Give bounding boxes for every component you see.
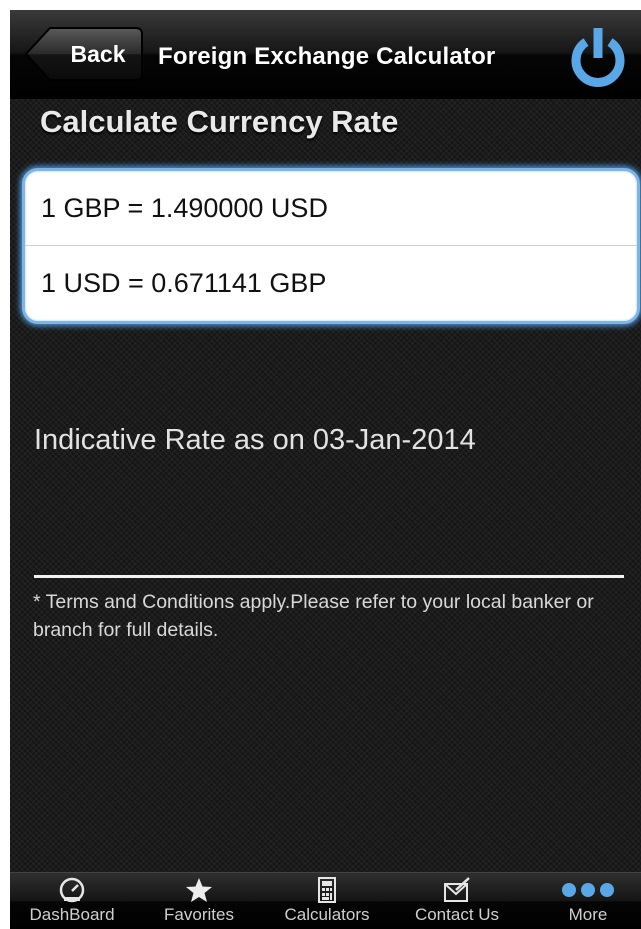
back-button[interactable]: Back bbox=[24, 26, 144, 82]
tab-more[interactable]: More bbox=[540, 873, 636, 929]
divider bbox=[34, 575, 624, 578]
tab-favorites-label: Favorites bbox=[164, 905, 234, 924]
page-title: Foreign Exchange Calculator bbox=[158, 43, 496, 70]
rate-card: 1 GBP = 1.490000 USD 1 USD = 0.671141 GB… bbox=[22, 168, 640, 324]
tab-calculators-label: Calculators bbox=[284, 905, 370, 924]
tab-more-label: More bbox=[568, 905, 608, 924]
screen-frame-left bbox=[0, 0, 10, 928]
app-screen: Back Foreign Exchange Calculator Calcula… bbox=[0, 0, 641, 929]
screen-frame-top bbox=[0, 0, 641, 10]
tab-contact-us[interactable]: Contact Us bbox=[394, 873, 520, 929]
tab-contact-us-label: Contact Us bbox=[414, 905, 500, 924]
calculator-icon bbox=[318, 877, 336, 903]
gauge-icon bbox=[59, 877, 85, 903]
terms-text: * Terms and Conditions apply.Please refe… bbox=[33, 591, 594, 641]
more-dots-icon bbox=[562, 883, 614, 897]
tab-bar: DashBoard Favorites Calculators Contact … bbox=[10, 872, 641, 929]
rate-row-usd-gbp: 1 USD = 0.671141 GBP bbox=[25, 245, 637, 320]
power-icon[interactable] bbox=[566, 26, 630, 90]
power-icon-graphic bbox=[571, 28, 625, 87]
indicative-rate-text: Indicative Rate as on 03-Jan-2014 bbox=[34, 424, 476, 456]
section-title: Calculate Currency Rate bbox=[40, 104, 399, 139]
tab-calculators[interactable]: Calculators bbox=[262, 873, 392, 929]
navigation-bar: Back Foreign Exchange Calculator bbox=[10, 10, 641, 99]
tab-dashboard-label: DashBoard bbox=[29, 905, 115, 924]
envelope-icon bbox=[444, 877, 470, 902]
tab-dashboard[interactable]: DashBoard bbox=[10, 873, 134, 929]
tab-favorites[interactable]: Favorites bbox=[136, 873, 262, 929]
star-icon bbox=[186, 878, 212, 902]
back-button-label: Back bbox=[70, 41, 126, 67]
rate-row-gbp-usd: 1 GBP = 1.490000 USD bbox=[41, 193, 328, 223]
